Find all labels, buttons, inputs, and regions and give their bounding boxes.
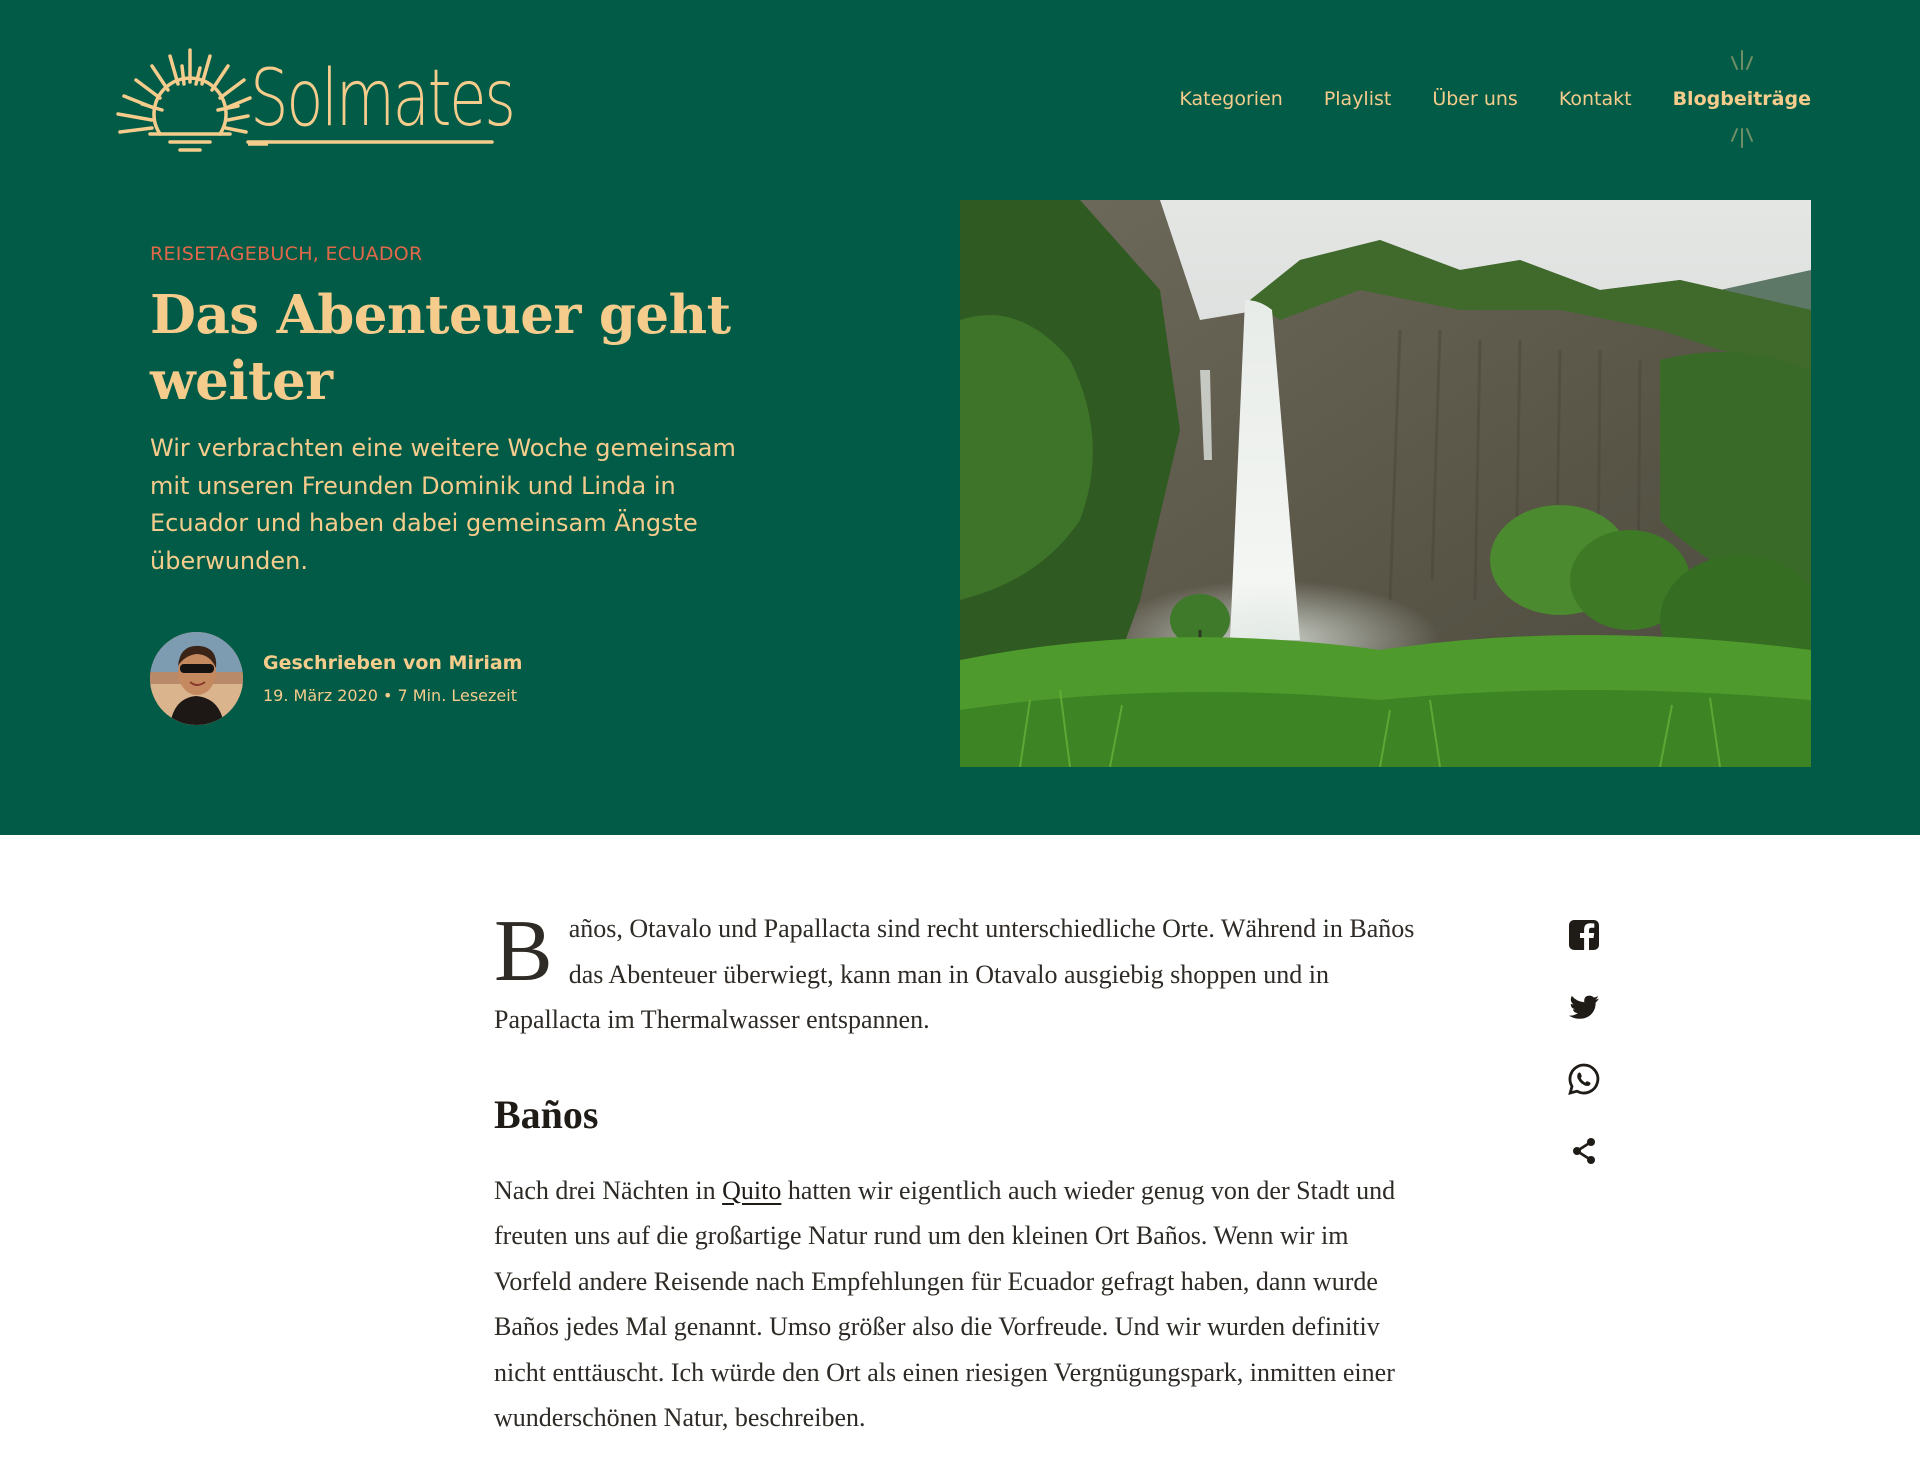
twitter-icon[interactable] bbox=[1567, 990, 1601, 1024]
section-heading-banos: Baños bbox=[494, 1091, 599, 1137]
author-avatar bbox=[150, 632, 243, 725]
article-body: Baños, Otavalo und Papallacta sind recht… bbox=[494, 906, 1419, 1441]
whatsapp-icon[interactable] bbox=[1567, 1062, 1601, 1096]
article-intro: Baños, Otavalo und Papallacta sind recht… bbox=[494, 906, 1419, 1043]
site-logo[interactable]: Solmates bbox=[98, 24, 516, 164]
hero-section: Solmates Kategorien Playlist Über uns Ko… bbox=[0, 0, 1920, 835]
share-icon[interactable] bbox=[1567, 1134, 1601, 1168]
post-lede: Wir verbrachten eine weitere Woche gemei… bbox=[150, 434, 736, 575]
nav-item-kategorien[interactable]: Kategorien bbox=[1179, 88, 1282, 110]
paragraph-text-start: Nach drei Nächten in bbox=[494, 1175, 723, 1205]
post-meta: 19. März 2020 • 7 Min. Lesezeit bbox=[263, 686, 517, 705]
post-title: Das Abenteuer geht weiter bbox=[150, 284, 731, 412]
brand-name: Solmates bbox=[250, 54, 516, 144]
nav-item-blogbeitraege-label: Blogbeiträge bbox=[1672, 88, 1811, 110]
share-bar bbox=[1567, 918, 1601, 1206]
nav-item-kontakt[interactable]: Kontakt bbox=[1559, 88, 1632, 110]
nav-item-playlist[interactable]: Playlist bbox=[1324, 88, 1392, 110]
author-name[interactable]: Geschrieben von Miriam bbox=[263, 652, 522, 674]
link-quito[interactable]: Quito bbox=[722, 1176, 781, 1205]
nav-item-ueber-uns[interactable]: Über uns bbox=[1432, 88, 1518, 110]
hero-waterfall-image bbox=[960, 200, 1811, 767]
article-intro-text: años, Otavalo und Papallacta sind recht … bbox=[494, 914, 1415, 1034]
nav-item-blogbeitraege[interactable]: Blogbeiträge bbox=[1672, 50, 1811, 148]
facebook-icon[interactable] bbox=[1567, 918, 1601, 952]
post-categories[interactable]: REISETAGEBUCH, ECUADOR bbox=[150, 243, 423, 265]
main-nav: Kategorien Playlist Über uns Kontakt Blo… bbox=[1179, 50, 1811, 148]
paragraph-text-rest: hatten wir eigentlich auch wieder genug … bbox=[494, 1175, 1396, 1433]
article-paragraph: Nach drei Nächten in Quito hatten wir ei… bbox=[494, 1168, 1419, 1441]
author-block: Geschrieben von Miriam 19. März 2020 • 7… bbox=[150, 632, 522, 725]
dropcap-letter: B bbox=[494, 903, 553, 1000]
